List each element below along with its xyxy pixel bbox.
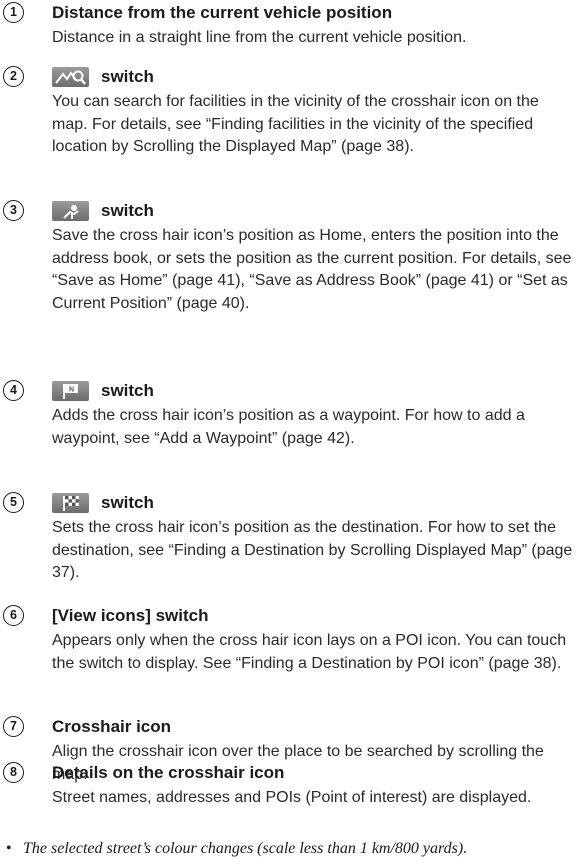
area-search-icon <box>52 67 89 87</box>
item-description: Street names, addresses and POIs (Point … <box>52 789 532 806</box>
destination-flag-icon <box>52 493 89 513</box>
save-position-icon <box>52 201 89 221</box>
item-description: Sets the cross hair icon’s position as t… <box>52 519 573 581</box>
item-number: 4 <box>3 380 24 401</box>
item-number: 1 <box>3 2 24 23</box>
item-description: You can search for facilities in the vic… <box>52 93 539 155</box>
item-title: switch <box>52 492 154 514</box>
item-description: Adds the cross hair icon’s position as a… <box>52 407 525 447</box>
bullet: • <box>6 840 12 857</box>
switch-label: switch <box>101 201 154 220</box>
item-number: 3 <box>3 200 24 221</box>
switch-label: switch <box>101 381 154 400</box>
item-description: Save the cross hair icon’s position as H… <box>52 227 572 312</box>
item-number: 2 <box>3 66 24 87</box>
svg-text:N: N <box>69 387 74 394</box>
item-number: 8 <box>3 762 24 783</box>
item-number: 5 <box>3 492 24 513</box>
item-title: Crosshair icon <box>52 717 172 736</box>
item-title: N switch <box>52 380 154 402</box>
switch-label: switch <box>101 493 154 512</box>
footnote-text: The selected street’s colour changes (sc… <box>23 840 468 857</box>
item-description: Appears only when the cross hair icon la… <box>52 632 567 672</box>
item-description: Distance in a straight line from the cur… <box>52 29 467 46</box>
footnote: • The selected street’s colour changes (s… <box>6 838 576 860</box>
item-title: Distance from the current vehicle positi… <box>52 3 393 22</box>
waypoint-flag-icon: N <box>52 381 89 401</box>
item-title: Details on the crosshair icon <box>52 763 285 782</box>
item-title: switch <box>52 66 154 88</box>
item-number: 6 <box>3 605 24 626</box>
item-title: switch <box>52 200 154 222</box>
switch-label: switch <box>101 67 154 86</box>
item-title: [View icons] switch <box>52 606 209 625</box>
item-number: 7 <box>3 716 24 737</box>
